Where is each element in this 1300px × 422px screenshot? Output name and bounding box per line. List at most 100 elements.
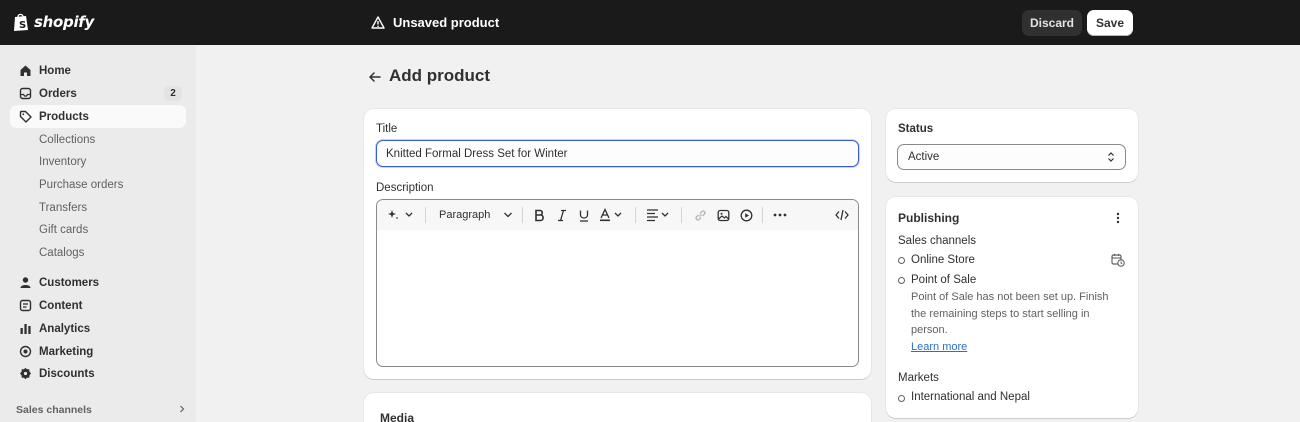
sidebar-item-home[interactable]: Home: [10, 59, 186, 82]
underline-icon: [579, 210, 589, 222]
page-title: Add product: [389, 66, 491, 85]
sidebar-item-label: Purchase orders: [39, 178, 124, 191]
sidebar-item-marketing[interactable]: Marketing: [10, 340, 186, 363]
back-arrow-icon[interactable]: [366, 68, 384, 86]
text-color-button[interactable]: [599, 207, 627, 223]
unsaved-indicator: Unsaved product: [371, 15, 499, 30]
publishing-menu-button[interactable]: [1112, 210, 1124, 226]
orders-count-badge: 2: [164, 86, 182, 101]
status-dot-icon: [898, 257, 905, 264]
learn-more-link[interactable]: Learn more: [911, 341, 967, 353]
italic-button[interactable]: [554, 207, 570, 223]
bar-chart-icon: [18, 322, 32, 336]
sidebar-item-label: Customers: [39, 276, 100, 289]
svg-text:S: S: [19, 20, 26, 31]
paragraph-format-select[interactable]: Paragraph: [439, 207, 513, 223]
align-button[interactable]: [646, 207, 674, 223]
sidebar-item-analytics[interactable]: Analytics: [10, 317, 186, 340]
title-label: Title: [376, 123, 398, 135]
orders-icon: [18, 87, 32, 101]
bold-icon: [535, 209, 544, 221]
toolbar-divider: [522, 207, 523, 223]
sidebar-item-purchase-orders[interactable]: Purchase orders: [10, 173, 186, 196]
image-icon: [717, 209, 729, 221]
status-select[interactable]: Active: [897, 144, 1126, 170]
underline-button[interactable]: [576, 207, 592, 223]
pos-note-text: Point of Sale has not been set up. Finis…: [911, 291, 1109, 336]
toolbar-divider: [681, 207, 682, 223]
sidebar-item-customers[interactable]: Customers: [10, 271, 186, 294]
toolbar-divider: [762, 207, 763, 223]
sidebar-item-gift-cards[interactable]: Gift cards: [10, 218, 186, 241]
bold-button[interactable]: [531, 207, 547, 223]
sidebar-item-label: Inventory: [39, 155, 87, 168]
select-caret-icon: [1108, 152, 1114, 162]
sidebar-item-label: Gift cards: [39, 223, 89, 236]
sidebar-item-label: Analytics: [39, 322, 91, 335]
schedule-calendar-icon[interactable]: [1111, 253, 1125, 267]
editor-toolbar: Paragraph: [377, 200, 858, 230]
description-editor[interactable]: Paragraph: [376, 199, 859, 367]
play-circle-icon: [740, 209, 752, 221]
markets-heading: Markets: [898, 372, 939, 384]
sidebar-item-orders[interactable]: Orders 2: [10, 82, 186, 105]
link-button[interactable]: [692, 207, 708, 223]
save-button[interactable]: Save: [1087, 10, 1133, 36]
sidebar-item-label: Transfers: [39, 201, 88, 214]
status-dot-icon: [898, 277, 905, 284]
title-input[interactable]: [376, 140, 859, 167]
sales-channels-label: Sales channels: [16, 404, 92, 416]
sidebar-item-collections[interactable]: Collections: [10, 128, 186, 151]
sidebar-item-products[interactable]: Products: [10, 105, 186, 128]
publishing-title: Publishing: [898, 211, 960, 225]
channel-online-store: Online Store: [911, 254, 975, 266]
shopify-logo[interactable]: S shopify: [12, 12, 94, 32]
sidebar-item-label: Discounts: [39, 367, 95, 380]
sidebar-item-content[interactable]: Content: [10, 294, 186, 317]
status-selected-value: Active: [908, 151, 940, 163]
sidebar-item-label: Content: [39, 299, 83, 312]
sidebar-item-inventory[interactable]: Inventory: [10, 150, 186, 173]
paragraph-label: Paragraph: [439, 209, 491, 221]
ai-generate-button[interactable]: [387, 207, 417, 223]
unsaved-label: Unsaved product: [393, 15, 500, 30]
sidebar-item-discounts[interactable]: Discounts: [10, 362, 186, 385]
align-left-icon: [647, 209, 669, 222]
discard-button[interactable]: Discard: [1022, 10, 1082, 36]
code-icon: [835, 209, 849, 221]
sidebar-item-label: Products: [39, 110, 89, 123]
target-icon: [18, 345, 32, 359]
sidebar-item-catalogs[interactable]: Catalogs: [10, 241, 186, 264]
sidebar-item-label: Collections: [39, 133, 96, 146]
insert-image-button[interactable]: [715, 207, 731, 223]
shopify-bag-icon: S: [14, 13, 28, 31]
sidebar-item-label: Marketing: [39, 345, 94, 358]
content-icon: [18, 299, 32, 313]
sidebar-sales-channels[interactable]: Sales channels: [16, 404, 186, 417]
html-code-button[interactable]: [834, 207, 850, 223]
insert-video-button[interactable]: [738, 207, 754, 223]
home-icon: [18, 64, 32, 78]
italic-icon: [558, 209, 566, 221]
more-vertical-icon: [1116, 212, 1120, 224]
magic-sparkle-icon: [388, 210, 413, 219]
link-icon: [694, 209, 706, 221]
discount-icon: [18, 367, 32, 381]
sidebar-item-label: Home: [39, 64, 71, 77]
chevron-right-icon: [178, 404, 186, 417]
description-label: Description: [376, 182, 434, 194]
warning-icon: [371, 16, 385, 29]
status-label: Status: [898, 123, 934, 135]
more-options-button[interactable]: [772, 207, 788, 223]
text-color-icon: [600, 208, 622, 222]
media-title: Media: [380, 411, 415, 422]
chevron-down-icon: [504, 212, 512, 218]
sidebar-item-transfers[interactable]: Transfers: [10, 196, 186, 219]
sidebar: Home Orders 2 Products Collections Inven…: [0, 45, 196, 422]
markets-value: International and Nepal: [911, 391, 1030, 403]
shopify-wordmark: shopify: [34, 13, 94, 31]
status-card: Status Active: [886, 109, 1138, 182]
sales-channels-heading: Sales channels: [898, 235, 976, 247]
toolbar-divider: [635, 207, 636, 223]
person-icon: [18, 276, 32, 290]
